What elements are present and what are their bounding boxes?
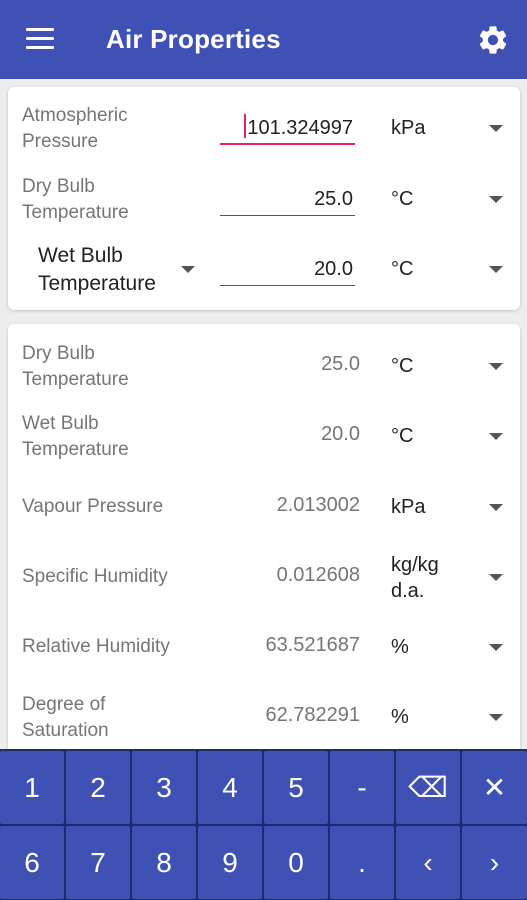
close-icon[interactable]: ✕ bbox=[462, 751, 527, 824]
result-unit: % bbox=[391, 706, 409, 728]
result-value: 2.013002 bbox=[276, 494, 360, 516]
menu-icon[interactable] bbox=[26, 28, 56, 50]
chevron-left-icon[interactable]: ‹ bbox=[396, 826, 460, 899]
app-bar: Air Properties bbox=[0, 0, 527, 79]
key-5[interactable]: 5 bbox=[264, 751, 328, 824]
key-6[interactable]: 6 bbox=[0, 826, 64, 899]
pressure-unit-dropdown-icon[interactable] bbox=[489, 125, 503, 132]
unit-dropdown-icon[interactable] bbox=[489, 574, 503, 581]
results-card: Dry Bulb Temperature 25.0 °C Wet Bulb Te… bbox=[8, 324, 520, 764]
input-card: Atmospheric Pressure 101.324997 kPa Dry … bbox=[8, 87, 520, 310]
unit-dropdown-icon[interactable] bbox=[489, 433, 503, 440]
key-3[interactable]: 3 bbox=[132, 751, 196, 824]
wet-bulb-selector-dropdown-icon[interactable] bbox=[181, 266, 195, 273]
result-value: 62.782291 bbox=[265, 704, 360, 726]
result-label: Degree of Saturation bbox=[22, 694, 109, 741]
unit-dropdown-icon[interactable] bbox=[489, 644, 503, 651]
result-unit: % bbox=[391, 636, 409, 658]
numeric-keypad: 1 2 3 4 5 - ⌫ ✕ 6 7 8 9 0 . ‹ › bbox=[0, 749, 527, 900]
unit-dropdown-icon[interactable] bbox=[489, 504, 503, 511]
result-label: Wet Bulb Temperature bbox=[22, 413, 129, 460]
pressure-input[interactable]: 101.324997 bbox=[220, 111, 355, 145]
unit-dropdown-icon[interactable] bbox=[489, 714, 503, 721]
unit-dropdown-icon[interactable] bbox=[489, 363, 503, 370]
key-4[interactable]: 4 bbox=[198, 751, 262, 824]
dry-bulb-unit-dropdown-icon[interactable] bbox=[489, 196, 503, 203]
gear-icon[interactable] bbox=[476, 23, 510, 57]
result-label: Relative Humidity bbox=[22, 636, 170, 657]
result-value: 63.521687 bbox=[265, 634, 360, 656]
result-value: 20.0 bbox=[321, 423, 360, 445]
result-label: Dry Bulb Temperature bbox=[22, 343, 129, 390]
key-decimal[interactable]: . bbox=[330, 826, 394, 899]
result-label: Vapour Pressure bbox=[22, 496, 164, 517]
wet-bulb-input[interactable]: 20.0 bbox=[220, 252, 355, 286]
key-7[interactable]: 7 bbox=[66, 826, 130, 899]
result-unit: kg/kg d.a. bbox=[391, 554, 439, 602]
key-1[interactable]: 1 bbox=[0, 751, 64, 824]
wet-bulb-unit-dropdown-icon[interactable] bbox=[489, 266, 503, 273]
chevron-right-icon[interactable]: › bbox=[462, 826, 527, 899]
key-0[interactable]: 0 bbox=[264, 826, 328, 899]
result-value: 0.012608 bbox=[276, 564, 360, 586]
result-value: 25.0 bbox=[321, 353, 360, 375]
app-title: Air Properties bbox=[106, 24, 281, 54]
backspace-icon[interactable]: ⌫ bbox=[396, 751, 460, 824]
result-unit: °C bbox=[391, 425, 414, 447]
wet-bulb-unit: °C bbox=[391, 258, 414, 280]
result-unit: °C bbox=[391, 355, 414, 377]
pressure-label: Atmospheric Pressure bbox=[22, 105, 128, 152]
wet-bulb-selector[interactable]: Wet Bulb Temperature bbox=[38, 242, 188, 298]
key-minus[interactable]: - bbox=[330, 751, 394, 824]
result-label: Specific Humidity bbox=[22, 566, 168, 587]
dry-bulb-input[interactable]: 25.0 bbox=[220, 182, 355, 216]
dry-bulb-label: Dry Bulb Temperature bbox=[22, 176, 129, 223]
result-unit: kPa bbox=[391, 496, 426, 518]
key-9[interactable]: 9 bbox=[198, 826, 262, 899]
pressure-unit: kPa bbox=[391, 117, 426, 139]
key-2[interactable]: 2 bbox=[66, 751, 130, 824]
dry-bulb-unit: °C bbox=[391, 188, 414, 210]
key-8[interactable]: 8 bbox=[132, 826, 196, 899]
